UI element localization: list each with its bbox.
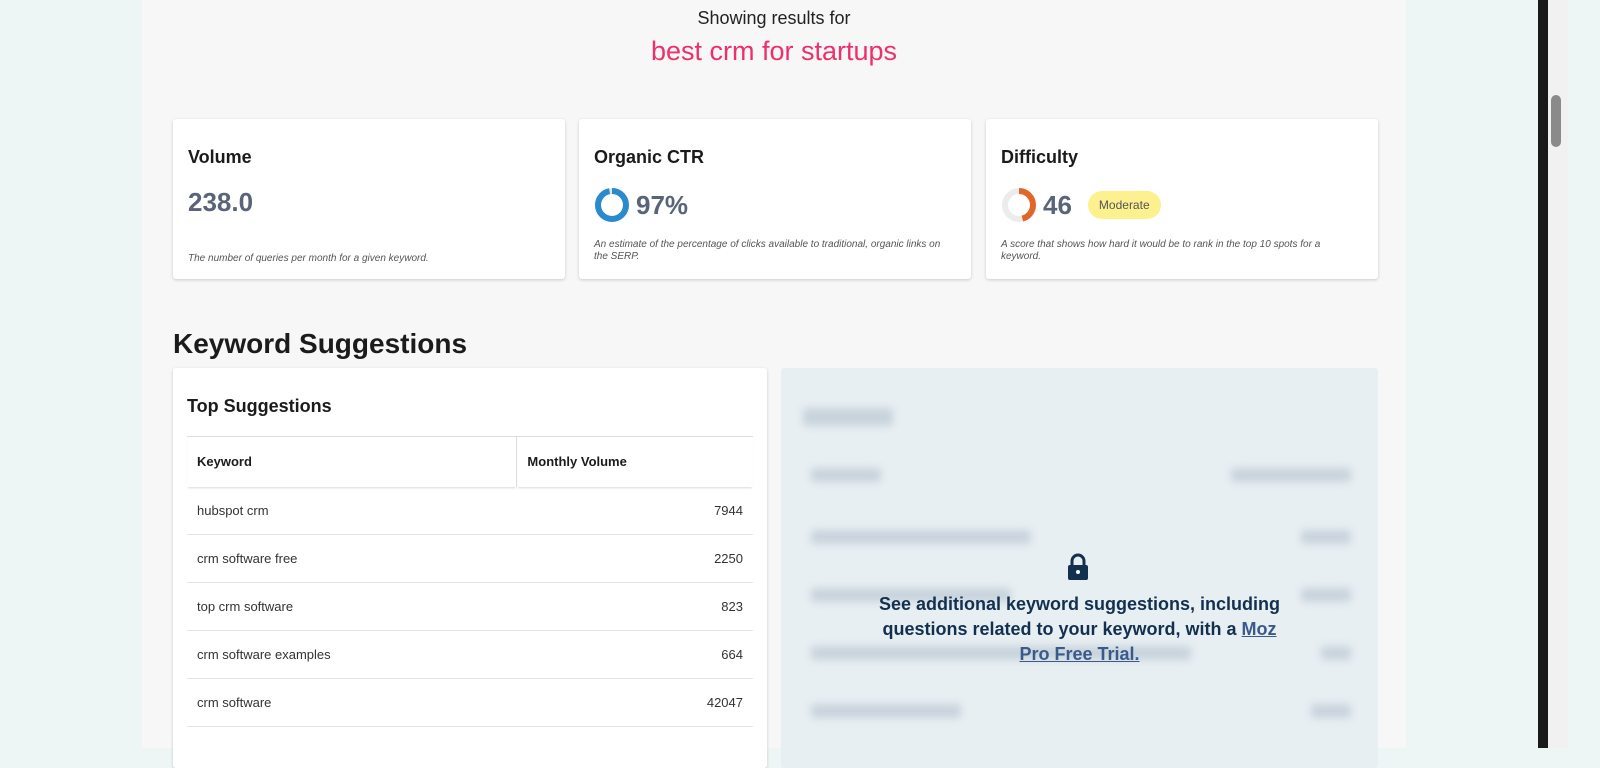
difficulty-badge: Moderate: [1087, 191, 1161, 219]
keyword-cell: top crm software: [187, 582, 517, 631]
scrollbar-thumb[interactable]: [1551, 95, 1561, 147]
card-title: Top Suggestions: [187, 396, 332, 416]
locked-message: See additional keyword suggestions, incl…: [878, 594, 1281, 639]
locked-suggestions-panel: See additional keyword suggestions, incl…: [781, 368, 1378, 768]
table-row: crm software free 2250: [187, 534, 753, 583]
column-keyword[interactable]: Keyword: [187, 436, 517, 487]
volume-cell: 2250: [516, 534, 753, 583]
scrollbar[interactable]: [1538, 0, 1568, 748]
keyword-cell: crm software: [187, 678, 517, 727]
main-column: Showing results for best crm for startup…: [142, 0, 1406, 768]
table-row: top crm software 823: [187, 582, 753, 631]
card-desc: A score that shows how hard it would be …: [1001, 239, 1321, 262]
keyword-cell: hubspot crm: [187, 486, 517, 535]
column-monthly-volume[interactable]: Monthly Volume: [516, 436, 753, 487]
table-row: hubspot crm 7944: [187, 486, 753, 535]
keyword-cell: crm software examples: [187, 630, 517, 679]
card-title: Difficulty: [1001, 147, 1079, 167]
query-text: best crm for startups: [650, 36, 898, 66]
volume-cell: 664: [516, 630, 753, 679]
ctr-card: Organic CTR 97% An estimate of the perce…: [579, 119, 971, 279]
ctr-donut-icon: [595, 188, 629, 222]
ctr-value: 97%: [636, 189, 689, 220]
volume-cell: 7944: [516, 486, 753, 535]
card-desc: The number of queries per month for a gi…: [188, 253, 429, 264]
table-row: crm software examples 664: [187, 630, 753, 679]
top-suggestions-card: Top Suggestions Keyword Monthly Volume h…: [173, 368, 767, 768]
card-desc: An estimate of the percentage of clicks …: [594, 239, 941, 262]
difficulty-donut-icon: [1002, 188, 1036, 222]
volume-cell: 823: [516, 582, 753, 631]
lock-icon: [1068, 553, 1088, 580]
volume-cell: 42047: [516, 678, 753, 727]
card-title: Organic CTR: [594, 147, 705, 167]
table-row: crm software 42047: [187, 678, 753, 727]
volume-value: 238.0: [188, 187, 254, 217]
section-title: Keyword Suggestions: [173, 328, 468, 359]
difficulty-card: Difficulty 46 Moderate A score that show…: [986, 119, 1378, 279]
keyword-cell: crm software free: [187, 534, 517, 583]
suggestions-table: Keyword Monthly Volume hubspot crm 7944 cr…: [187, 436, 753, 727]
showing-label: Showing results for: [697, 8, 851, 28]
card-title: Volume: [188, 147, 252, 167]
difficulty-value: 46: [1043, 189, 1072, 220]
volume-card: Volume 238.0 The number of queries per m…: [173, 119, 565, 279]
